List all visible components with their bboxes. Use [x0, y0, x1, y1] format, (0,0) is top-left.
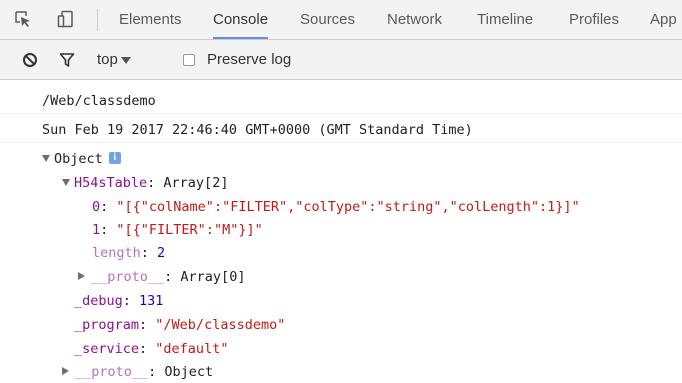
tab-timeline[interactable]: Timeline — [477, 0, 533, 39]
tab-network[interactable]: Network — [387, 0, 442, 39]
device-toolbar-icon[interactable] — [57, 10, 75, 28]
clear-console-icon[interactable] — [22, 52, 38, 68]
info-icon[interactable]: i — [108, 152, 121, 164]
expand-triangle-icon[interactable] — [62, 178, 70, 186]
object-tree-root[interactable]: Object i — [42, 148, 121, 170]
property-key: _service — [74, 341, 140, 357]
tab-console[interactable]: Console — [213, 0, 269, 39]
tree-node-item-1: 1: "[{"FILTER":"M"}]" — [92, 222, 263, 238]
filter-icon[interactable] — [59, 52, 75, 68]
console-toolbar: top Preserve log — [0, 40, 682, 80]
property-key: __proto__ — [75, 364, 149, 380]
log-path-text: /Web/classdemo — [42, 93, 156, 109]
tab-sources[interactable]: Sources — [300, 0, 355, 39]
property-key: H54sTable — [74, 175, 148, 191]
property-value: 2 — [157, 245, 166, 261]
chevron-down-icon[interactable] — [121, 57, 131, 64]
property-key: _program — [74, 317, 140, 333]
expand-triangle-icon[interactable] — [42, 154, 50, 162]
execution-context-selector[interactable]: top — [97, 40, 118, 80]
property-value: "[{"colName":"FILTER","colType":"string"… — [116, 199, 580, 215]
inspect-element-icon[interactable] — [14, 10, 32, 28]
object-label: Object — [54, 151, 103, 167]
preserve-log-checkbox[interactable] — [183, 54, 195, 66]
tree-node-item-0: 0: "[{"colName":"FILTER","colType":"stri… — [92, 199, 580, 215]
log-date-text: Sun Feb 19 2017 22:46:40 GMT+0000 (GMT S… — [42, 122, 473, 138]
console-message-path: /Web/classdemo — [0, 89, 682, 114]
property-value: 131 — [139, 293, 164, 309]
collapsed-triangle-icon[interactable] — [62, 367, 69, 375]
devtools-tabbar: Elements Console Sources Network Timelin… — [0, 0, 682, 40]
property-value: Array[2] — [163, 175, 229, 191]
preserve-log-label[interactable]: Preserve log — [207, 40, 291, 80]
property-key: 1 — [92, 222, 101, 238]
property-key: length — [92, 245, 141, 261]
tree-node-debug: _debug: 131 — [74, 293, 164, 309]
property-value: "default" — [155, 341, 229, 357]
tab-elements[interactable]: Elements — [119, 0, 182, 39]
tab-application[interactable]: App — [650, 0, 677, 39]
tab-profiles[interactable]: Profiles — [569, 0, 619, 39]
tree-node-program: _program: "/Web/classdemo" — [74, 317, 286, 333]
property-value: "[{"FILTER":"M"}]" — [116, 222, 263, 238]
property-key: _debug — [74, 293, 123, 309]
tree-node-array-proto[interactable]: __proto__: Array[0] — [78, 266, 245, 288]
tree-node-object-proto[interactable]: __proto__: Object — [62, 361, 213, 383]
property-key: 0 — [92, 199, 101, 215]
property-key: __proto__ — [91, 269, 165, 285]
property-value: Object — [164, 364, 214, 380]
tree-node-length: length: 2 — [92, 245, 166, 261]
tree-node-h54stable[interactable]: H54sTable: Array[2] — [62, 172, 228, 194]
property-value: "/Web/classdemo" — [155, 317, 286, 333]
tree-node-service: _service: "default" — [74, 341, 229, 357]
console-message-date: Sun Feb 19 2017 22:46:40 GMT+0000 (GMT S… — [0, 118, 682, 143]
toolbar-separator — [97, 9, 98, 31]
property-value: Array[0] — [180, 269, 246, 285]
collapsed-triangle-icon[interactable] — [78, 272, 85, 280]
